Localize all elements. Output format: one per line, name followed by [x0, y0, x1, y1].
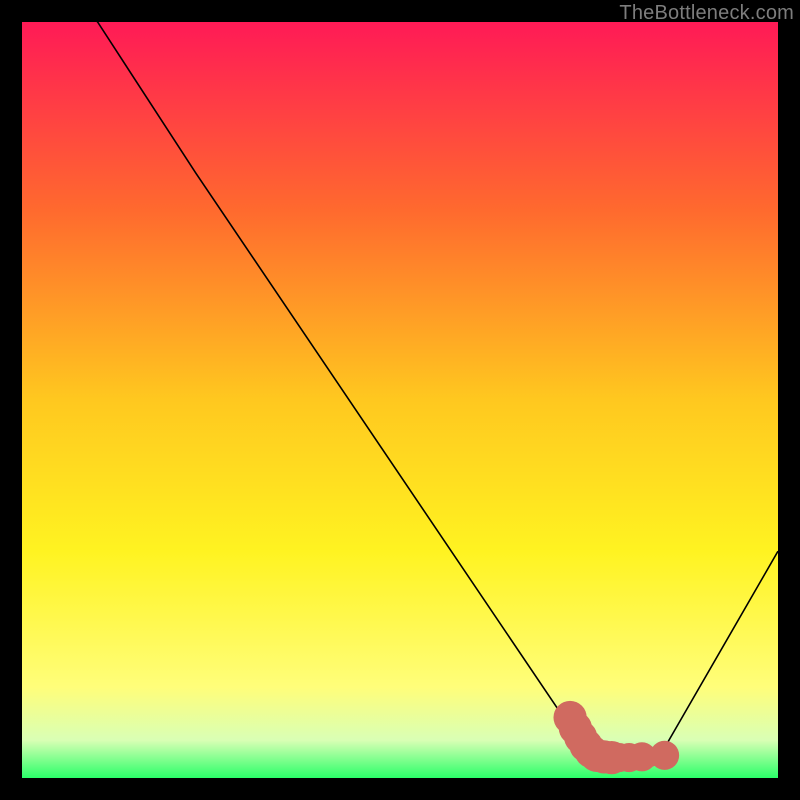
plot-area	[22, 22, 778, 778]
optimal-marker	[650, 741, 679, 770]
gradient-background	[22, 22, 778, 778]
chart-frame: TheBottleneck.com	[0, 0, 800, 800]
attribution-label: TheBottleneck.com	[619, 2, 794, 25]
chart-svg	[22, 22, 778, 778]
